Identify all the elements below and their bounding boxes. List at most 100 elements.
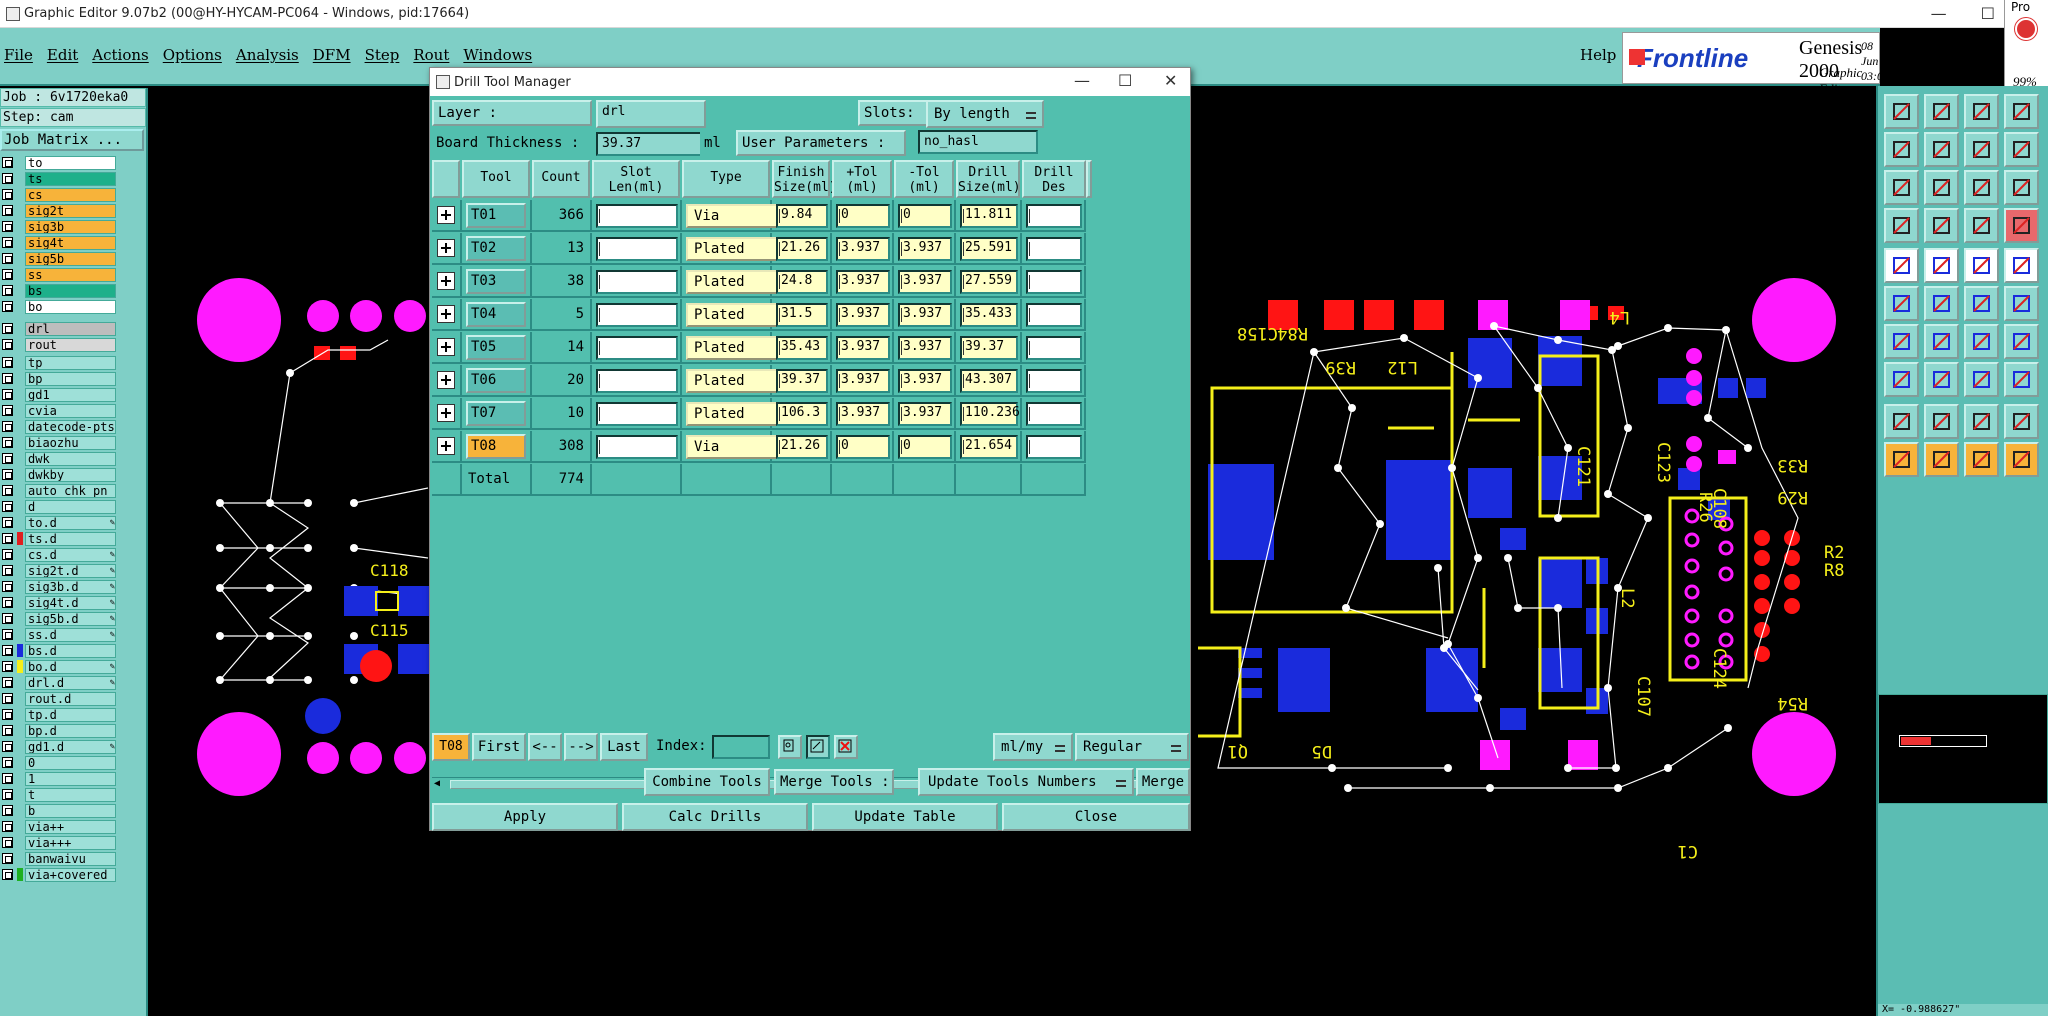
draw-arc-icon[interactable] <box>1924 324 1959 359</box>
units-dropdown[interactable]: ml/my <box>993 733 1073 761</box>
table-row[interactable]: T08 308 Via 21.26 0 0 21.654 <box>432 431 1092 463</box>
ptol-input[interactable]: 3.937 <box>836 402 890 426</box>
layer-name[interactable]: rout.d <box>25 691 116 706</box>
open-icon[interactable] <box>1884 94 1919 129</box>
add-pad-icon[interactable] <box>1884 362 1919 397</box>
layer-checkbox[interactable] <box>2 357 13 368</box>
layer-row[interactable]: via+covered <box>0 867 116 882</box>
cross-icon[interactable] <box>1924 286 1959 321</box>
combine-tools-button[interactable]: Combine Tools <box>644 768 770 796</box>
finish-input[interactable]: 24.8 <box>776 270 828 294</box>
mode-dropdown[interactable]: Regular <box>1075 733 1189 761</box>
calc-drills-button[interactable]: Calc Drills <box>622 803 808 831</box>
layer-name[interactable]: cvia <box>25 403 116 418</box>
menu-windows[interactable]: Windows <box>463 46 532 64</box>
table-row[interactable]: T03 38 Plated 24.8 3.937 3.937 27.559 <box>432 266 1092 298</box>
layer-row[interactable]: via+++ <box>0 835 116 850</box>
layer-checkbox[interactable] <box>2 437 13 448</box>
expand-icon[interactable] <box>437 206 455 224</box>
layer-row[interactable]: sig2t.d <box>0 563 116 578</box>
finish-input[interactable]: 106.3 <box>776 402 828 426</box>
layer-checkbox[interactable] <box>2 373 13 384</box>
layer-name[interactable]: to.d <box>25 515 116 530</box>
measure-icon[interactable] <box>1924 208 1959 243</box>
layer-name[interactable]: sig2t <box>25 203 116 218</box>
layer-row[interactable]: cs.d <box>0 547 116 562</box>
layer-name[interactable]: sig5b <box>25 251 116 266</box>
layer-row[interactable]: cs <box>0 187 116 202</box>
layer-checkbox[interactable] <box>2 821 13 832</box>
minus-icon[interactable] <box>1924 362 1959 397</box>
text-icon[interactable] <box>2004 248 2039 283</box>
layer-row[interactable]: bo <box>0 299 116 314</box>
help-menu[interactable]: Help <box>1580 46 1616 64</box>
layer-name[interactable]: via+++ <box>25 835 116 850</box>
expand-icon[interactable] <box>437 437 455 455</box>
update-tools-numbers-dropdown[interactable]: Update Tools Numbers <box>918 768 1134 796</box>
menu-actions[interactable]: Actions <box>92 46 148 64</box>
layer-name[interactable]: dwkby <box>25 467 116 482</box>
layer-name[interactable]: sig3b <box>25 219 116 234</box>
layer-name[interactable]: ts.d <box>25 531 116 546</box>
menu-file[interactable]: File <box>4 46 33 64</box>
menu-options[interactable]: Options <box>163 46 222 64</box>
layer-name[interactable]: dwk <box>25 451 116 466</box>
tool-button[interactable]: T08 <box>466 434 526 459</box>
menu-rout[interactable]: Rout <box>413 46 449 64</box>
layer-checkbox[interactable] <box>2 405 13 416</box>
copy-icon[interactable] <box>1964 248 1999 283</box>
board-thickness-field[interactable]: 39.37 <box>596 132 706 156</box>
apply-button[interactable]: Apply <box>432 803 618 831</box>
first-button[interactable]: First <box>472 733 526 761</box>
tool-button[interactable]: T02 <box>466 236 526 261</box>
des-input[interactable] <box>1026 204 1082 228</box>
layer-checkbox[interactable] <box>2 469 13 480</box>
expand-icon[interactable] <box>437 371 455 389</box>
undo-icon[interactable] <box>2004 94 2039 129</box>
maximize-icon[interactable]: ☐ <box>1981 4 1995 23</box>
layer-row[interactable]: banwaivu <box>0 851 116 866</box>
tool-button[interactable]: T03 <box>466 269 526 294</box>
triangle-b-icon[interactable] <box>1964 404 1999 439</box>
feature-icon[interactable] <box>2004 324 2039 359</box>
move-icon[interactable] <box>1964 362 1999 397</box>
layer-row[interactable]: dwk <box>0 451 116 466</box>
tool-button[interactable]: T01 <box>466 203 526 228</box>
layer-row[interactable]: datecode-pts <box>0 419 116 434</box>
maximize-icon[interactable]: ☐ <box>1118 71 1132 90</box>
resize-icon[interactable] <box>2004 362 2039 397</box>
next-button[interactable]: --> <box>564 733 598 761</box>
layer-name[interactable]: b <box>25 803 116 818</box>
layer-row[interactable]: sig5b <box>0 251 116 266</box>
finish-input[interactable]: 9.84 <box>776 204 828 228</box>
des-input[interactable] <box>1026 402 1082 426</box>
draw-line-icon[interactable] <box>1884 324 1919 359</box>
layer-row[interactable]: 0 <box>0 755 116 770</box>
layer-name[interactable]: cs <box>25 187 116 202</box>
ptol-input[interactable]: 3.937 <box>836 270 890 294</box>
close-icon[interactable]: ✕ <box>1164 71 1177 90</box>
layer-checkbox[interactable] <box>2 237 13 248</box>
mtol-input[interactable]: 0 <box>898 204 952 228</box>
drill-input[interactable]: 11.811 <box>960 204 1018 228</box>
layer-row[interactable]: bo.d <box>0 659 116 674</box>
table-row[interactable]: T01 366 Via 9.84 0 0 11.811 <box>432 200 1092 232</box>
layer-name[interactable]: 0 <box>25 755 116 770</box>
layer-row[interactable]: via++ <box>0 819 116 834</box>
layer-checkbox[interactable] <box>2 645 13 656</box>
layer-checkbox[interactable] <box>2 389 13 400</box>
triangle-a-icon[interactable] <box>1924 404 1959 439</box>
previous-button[interactable]: <-- <box>528 733 562 761</box>
triangle-icon[interactable] <box>1884 404 1919 439</box>
layer-checkbox[interactable] <box>2 205 13 216</box>
layer-checkbox[interactable] <box>2 269 13 280</box>
mtol-input[interactable]: 3.937 <box>898 369 952 393</box>
layer-name[interactable]: t <box>25 787 116 802</box>
mtol-input[interactable]: 3.937 <box>898 402 952 426</box>
merge-button[interactable]: Merge <box>1136 768 1190 796</box>
layer-name[interactable]: ss <box>25 267 116 282</box>
pointer-b-icon[interactable] <box>1924 442 1959 477</box>
node-icon[interactable] <box>1884 286 1919 321</box>
layer-checkbox[interactable] <box>2 323 13 334</box>
finish-input[interactable]: 21.26 <box>776 435 828 459</box>
